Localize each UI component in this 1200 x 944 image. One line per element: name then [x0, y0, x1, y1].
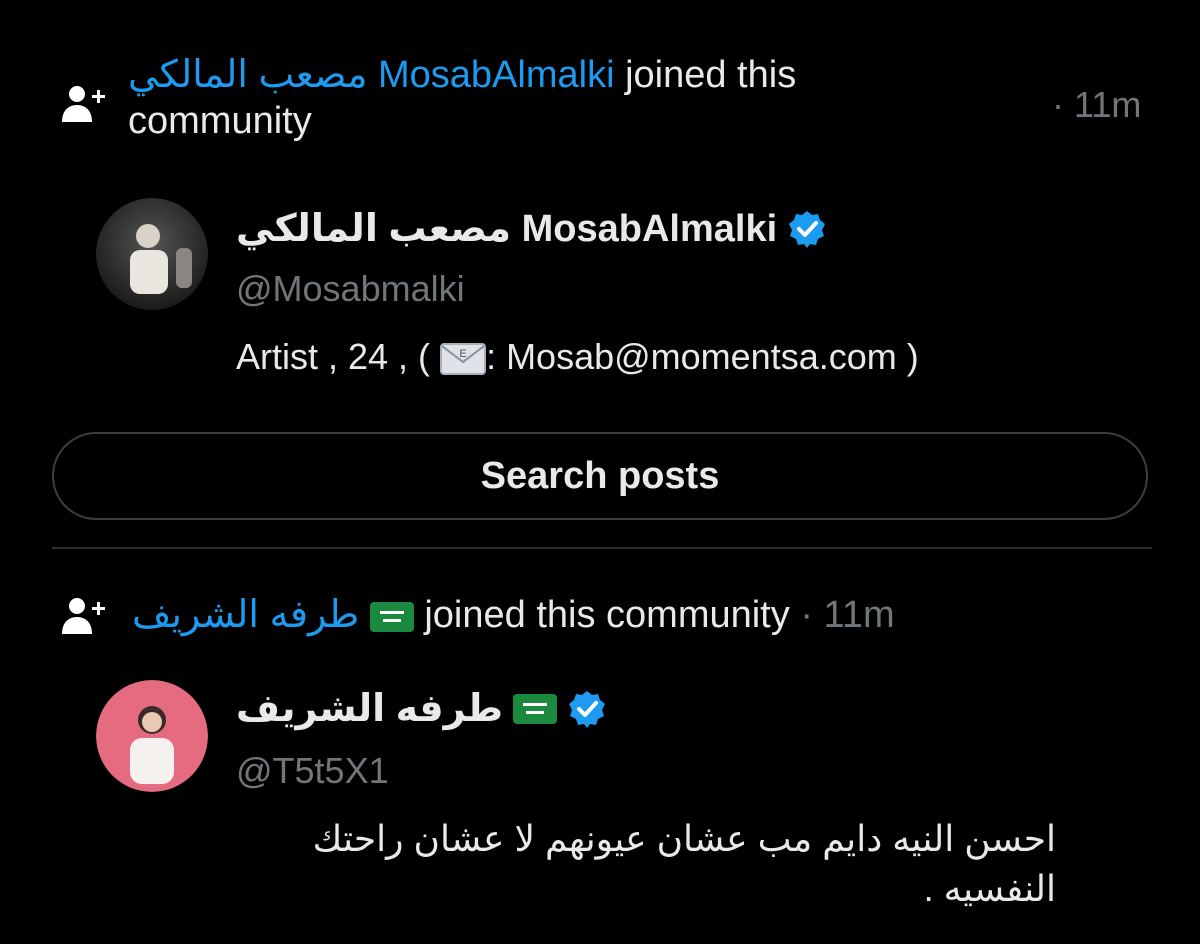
svg-text:E: E — [459, 348, 466, 360]
saudi-flag-icon — [369, 601, 414, 632]
divider — [52, 547, 1152, 549]
timestamp: · 11m — [800, 594, 895, 636]
timestamp: · 11m — [1052, 84, 1142, 125]
bio-prefix: Artist , 24 , ( — [236, 336, 431, 377]
bio-email[interactable]: : Mosab@momentsa.com ) — [486, 336, 919, 377]
join-activity-text: طرفه الشريف joined this community · 11m — [132, 592, 895, 638]
join-action-text: joined this community — [424, 594, 790, 636]
verified-badge-icon — [789, 210, 826, 248]
avatar[interactable] — [96, 680, 208, 792]
bio-line: النفسيه . — [923, 868, 1056, 909]
profile-bio: احسن النيه دايم مب عشان عيونهم لا عشان ر… — [236, 818, 1056, 910]
saudi-flag-icon — [513, 693, 558, 724]
avatar[interactable] — [96, 198, 208, 310]
person-add-icon — [62, 86, 105, 122]
envelope-icon: E — [440, 343, 487, 376]
profile-handle: @Mosabmalki — [236, 268, 465, 309]
profile-display-name[interactable]: مصعب المالكي MosabAlmalki — [236, 206, 827, 251]
verified-badge-icon — [569, 690, 606, 728]
join-activity-text: مصعب المالكي MosabAlmalki joined this co… — [128, 52, 796, 144]
user-name-link[interactable]: مصعب المالكي MosabAlmalki — [128, 54, 615, 96]
profile-bio: Artist , 24 , ( E : Mosab@momentsa.com ) — [236, 336, 919, 378]
person-add-icon — [62, 598, 105, 634]
user-name-link[interactable]: طرفه الشريف — [132, 594, 359, 636]
display-name-text: مصعب المالكي MosabAlmalki — [236, 208, 778, 250]
profile-display-name[interactable]: طرفه الشريف — [236, 686, 607, 731]
display-name-text: طرفه الشريف — [236, 688, 504, 730]
profile-handle: @T5t5X1 — [236, 750, 389, 791]
join-action-text-cont: community — [128, 100, 312, 142]
search-posts-button[interactable]: Search posts — [52, 432, 1148, 520]
bio-line: احسن النيه دايم مب عشان عيونهم لا عشان ر… — [312, 818, 1056, 859]
join-action-text: joined this — [625, 54, 797, 96]
